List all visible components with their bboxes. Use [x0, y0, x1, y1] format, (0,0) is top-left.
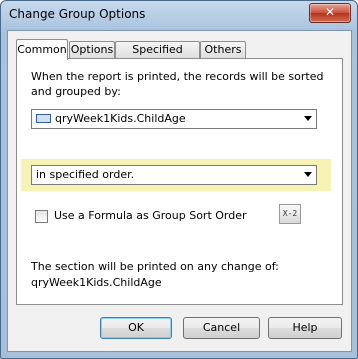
group-field-value-wrap: qryWeek1Kids.ChildAge [36, 112, 186, 125]
section-change-note: The section will be printed on any chang… [31, 259, 279, 291]
window-title: Change Group Options [9, 7, 146, 21]
common-tab-panel: When the report is printed, the records … [16, 58, 343, 305]
change-group-options-dialog: Change Group Options ✕ Common Options Sp… [0, 0, 358, 359]
grouping-description: When the report is printed, the records … [31, 70, 324, 98]
formula-checkbox[interactable] [35, 209, 48, 223]
group-field-value: qryWeek1Kids.ChildAge [55, 112, 186, 125]
section-note-text: The section will be printed on any chang… [31, 260, 279, 273]
close-button[interactable]: ✕ [309, 3, 351, 23]
group-field-dropdown[interactable]: qryWeek1Kids.ChildAge [31, 109, 317, 129]
close-icon: ✕ [324, 5, 336, 19]
help-button[interactable]: Help [268, 317, 342, 339]
dialog-client-area: Common Options Specified Order Others Wh… [7, 30, 352, 352]
section-field-name: qryWeek1Kids.ChildAge [31, 276, 162, 289]
ok-button[interactable]: OK [100, 317, 172, 339]
chevron-down-icon [304, 116, 312, 121]
tab-common[interactable]: Common [16, 39, 68, 60]
sort-order-dropdown[interactable]: in specified order. [31, 165, 317, 185]
tab-options[interactable]: Options [69, 41, 115, 58]
formula-checkbox-label: Use a Formula as Group Sort Order [54, 209, 247, 222]
title-bar[interactable]: Change Group Options ✕ [1, 1, 357, 29]
chevron-down-icon [304, 172, 312, 177]
tab-specified-order[interactable]: Specified Order [115, 41, 200, 72]
formula-editor-button[interactable]: X-2 [279, 204, 301, 224]
tab-others[interactable]: Others [200, 41, 246, 58]
formula-editor-icon: X-2 [282, 209, 298, 218]
formula-checkbox-row[interactable]: Use a Formula as Group Sort Order [35, 209, 247, 223]
cancel-button[interactable]: Cancel [183, 317, 260, 339]
database-field-icon [36, 113, 51, 123]
sort-order-value: in specified order. [36, 168, 135, 181]
